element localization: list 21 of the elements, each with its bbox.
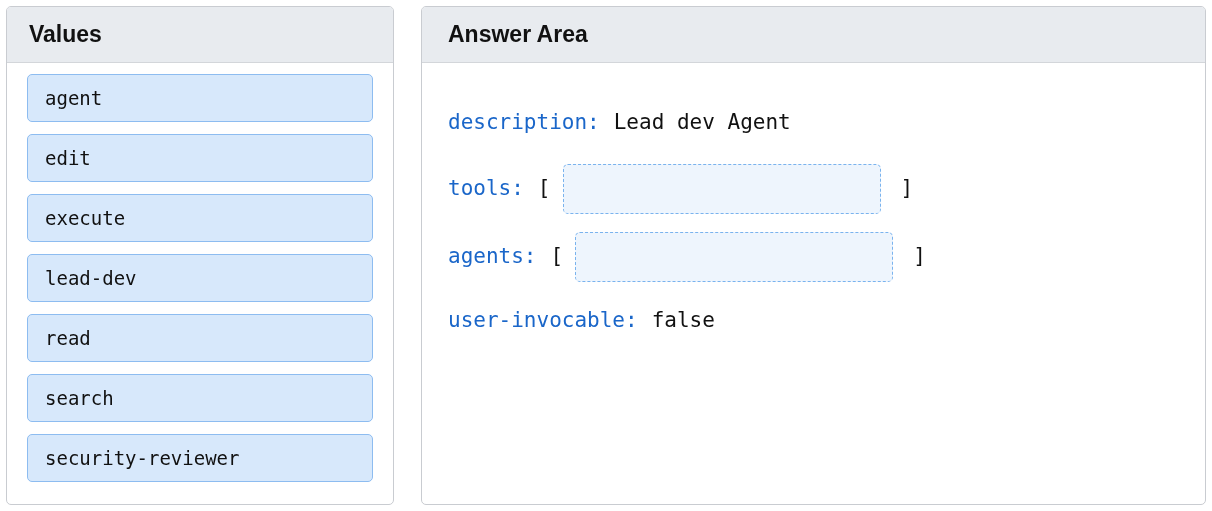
bracket: ] (913, 243, 926, 271)
yaml-key: tools: (448, 173, 524, 205)
bracket: [ (550, 243, 564, 271)
yaml-key: description: (448, 107, 600, 139)
panel-title: Values (7, 7, 393, 63)
panel-title: Answer Area (422, 7, 1205, 63)
draggable-value[interactable]: search (27, 374, 373, 422)
yaml-key: user-invocable: (448, 305, 638, 337)
yaml-value: false (651, 307, 715, 335)
draggable-value[interactable]: agent (27, 74, 373, 122)
draggable-value[interactable]: security-reviewer (27, 434, 373, 482)
yaml-key: agents: (448, 241, 537, 273)
draggable-value[interactable]: read (27, 314, 373, 362)
yaml-value: Lead dev Agent (613, 109, 791, 137)
drop-zone[interactable] (562, 164, 881, 214)
draggable-value[interactable]: execute (27, 194, 373, 242)
drop-zone[interactable] (575, 232, 894, 282)
bracket: [ (537, 175, 551, 203)
draggable-value[interactable]: lead-dev (27, 254, 373, 302)
bracket: ] (900, 175, 914, 203)
draggable-value[interactable]: edit (27, 134, 373, 182)
